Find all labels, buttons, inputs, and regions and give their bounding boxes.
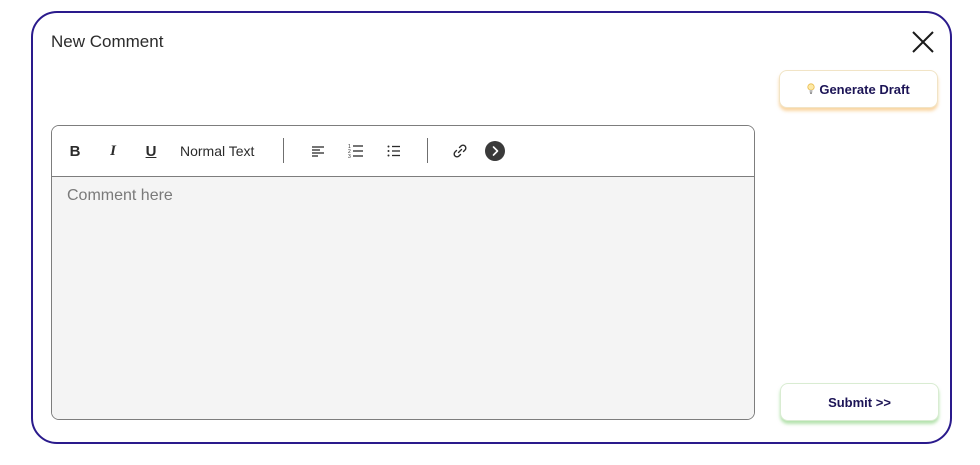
comment-editor: B I U Normal Text 1 2 3 Comment here [51, 125, 755, 420]
svg-text:3: 3 [348, 154, 351, 159]
close-icon [912, 31, 934, 53]
text-format-dropdown[interactable]: Normal Text [180, 139, 254, 163]
close-button[interactable] [910, 29, 936, 55]
toolbar-divider [283, 138, 284, 163]
submit-button[interactable]: Submit >> [780, 383, 939, 421]
toolbar-divider [427, 138, 428, 163]
bullet-list-icon [387, 145, 400, 157]
chevron-right-icon [485, 141, 505, 161]
align-left-icon [312, 146, 324, 157]
generate-draft-button[interactable]: Generate Draft [779, 70, 938, 108]
underline-button[interactable]: U [142, 139, 160, 163]
insert-link-button[interactable] [449, 139, 471, 163]
ordered-list-button[interactable]: 1 2 3 [345, 139, 367, 163]
more-tools-button[interactable] [484, 139, 506, 163]
lightbulb-icon [807, 83, 815, 94]
generate-draft-label: Generate Draft [819, 81, 910, 97]
modal-title: New Comment [51, 32, 164, 51]
submit-label: Submit >> [828, 394, 891, 410]
bold-button[interactable]: B [66, 139, 84, 163]
editor-body [52, 177, 754, 419]
italic-button[interactable]: I [104, 139, 122, 163]
editor-toolbar: B I U Normal Text 1 2 3 [52, 126, 754, 177]
link-icon [453, 144, 467, 158]
new-comment-modal: New Comment Generate Draft B I U Normal … [31, 11, 952, 444]
align-left-button[interactable] [307, 139, 329, 163]
ordered-list-icon: 1 2 3 [348, 144, 363, 159]
comment-input[interactable] [67, 187, 739, 410]
bullet-list-button[interactable] [383, 139, 405, 163]
